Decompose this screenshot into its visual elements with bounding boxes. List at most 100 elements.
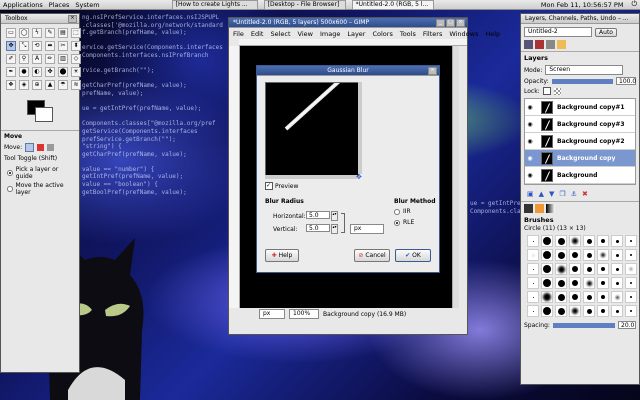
spacing-input[interactable]: 20.0 bbox=[618, 321, 636, 329]
brush-swatch[interactable] bbox=[527, 291, 539, 303]
brush-swatch[interactable] bbox=[625, 263, 637, 275]
brush-swatch[interactable] bbox=[583, 263, 595, 275]
layer-row[interactable]: ◉ Background copy bbox=[525, 150, 635, 167]
vertical-ruler[interactable] bbox=[229, 46, 240, 308]
brush-swatch[interactable] bbox=[597, 291, 609, 303]
image-menu-layer[interactable]: Layer bbox=[347, 30, 365, 38]
brush-swatch[interactable] bbox=[625, 277, 637, 289]
task-file-browser[interactable]: [Desktop - File Browser] bbox=[263, 0, 346, 10]
brush-swatch[interactable] bbox=[569, 291, 581, 303]
spacing-slider[interactable] bbox=[552, 322, 615, 328]
option-pick-layer[interactable]: Pick a layer or guide bbox=[7, 166, 73, 180]
new-layer-icon[interactable]: ▣ bbox=[527, 190, 534, 198]
brush-swatch[interactable] bbox=[541, 235, 553, 247]
brush-swatch[interactable] bbox=[611, 277, 623, 289]
brush-swatch[interactable] bbox=[541, 305, 553, 317]
delete-layer-icon[interactable]: ✖ bbox=[582, 190, 588, 198]
dodge-tool-icon[interactable]: ❖ bbox=[6, 80, 16, 90]
layer-row[interactable]: ◉ Background copy#3 bbox=[525, 116, 635, 133]
preview-navigate-icon[interactable]: ✥ bbox=[356, 173, 362, 181]
patterns-tab-icon[interactable] bbox=[535, 204, 544, 213]
power-icon[interactable]: ⏻ bbox=[631, 0, 637, 9]
image-menu-edit[interactable]: Edit bbox=[251, 30, 264, 38]
radius-unit-combo[interactable]: px bbox=[350, 224, 384, 234]
free-select-tool-icon[interactable]: ϟ bbox=[32, 28, 42, 38]
gradients-tab-icon[interactable] bbox=[546, 204, 555, 213]
heal-tool-icon[interactable]: ✤ bbox=[45, 67, 55, 77]
rect-select-tool-icon[interactable]: ▭ bbox=[6, 28, 16, 38]
bucket-fill-tool-icon[interactable]: ▲ bbox=[45, 80, 55, 90]
horizontal-ruler[interactable] bbox=[239, 39, 467, 46]
blur-preview[interactable] bbox=[265, 82, 359, 176]
radio-iir[interactable] bbox=[394, 208, 400, 215]
brush-swatch[interactable] bbox=[611, 263, 623, 275]
blur-tool-icon[interactable]: ⬤ bbox=[58, 67, 68, 77]
opacity-input[interactable]: 100.0 bbox=[616, 77, 636, 85]
move-selection-mode-icon[interactable] bbox=[37, 144, 45, 151]
brush-swatch[interactable] bbox=[569, 249, 581, 261]
text-tool-icon[interactable]: A bbox=[32, 54, 42, 64]
brush-swatch[interactable] bbox=[541, 249, 553, 261]
image-combo[interactable]: Untitled-2 bbox=[524, 27, 592, 37]
anchor-layer-icon[interactable]: ⚓ bbox=[571, 190, 577, 198]
scissors-select-tool-icon[interactable]: ⬚ bbox=[71, 28, 81, 38]
layers-tab-icon[interactable] bbox=[524, 40, 533, 49]
align-tool-icon[interactable]: ⤡ bbox=[19, 41, 29, 51]
image-menu-tools[interactable]: Tools bbox=[400, 30, 416, 38]
panel-clock[interactable]: Mon Feb 11, 10:56:57 PM bbox=[541, 1, 624, 9]
brush-swatch[interactable] bbox=[597, 235, 609, 247]
chain-link-icon[interactable] bbox=[341, 213, 345, 233]
toolbox-titlebar[interactable]: Toolbox × bbox=[1, 14, 79, 24]
layers-dock-titlebar[interactable]: Layers, Channels, Paths, Undo – ... bbox=[521, 14, 639, 24]
brush-swatch[interactable] bbox=[611, 305, 623, 317]
horizontal-spin-icon[interactable]: ▴▾ bbox=[331, 211, 338, 221]
brush-swatch[interactable] bbox=[569, 277, 581, 289]
brush-swatch[interactable] bbox=[597, 305, 609, 317]
vertical-input[interactable]: 5.0 bbox=[306, 224, 330, 232]
vertical-scrollbar[interactable] bbox=[452, 46, 459, 308]
brush-swatch[interactable] bbox=[583, 291, 595, 303]
blend-tool-icon[interactable]: ☂ bbox=[58, 80, 68, 90]
method-iir[interactable]: IIR bbox=[394, 208, 411, 215]
brush-swatch[interactable] bbox=[555, 277, 567, 289]
auto-button[interactable]: Auto bbox=[595, 27, 617, 37]
move-layer-mode-icon[interactable] bbox=[25, 143, 35, 152]
brush-swatch[interactable] bbox=[583, 249, 595, 261]
brush-swatch[interactable] bbox=[555, 263, 567, 275]
brush-swatch[interactable] bbox=[555, 249, 567, 261]
radio-move-active-layer[interactable] bbox=[7, 186, 13, 192]
image-menu-file[interactable]: File bbox=[233, 30, 244, 38]
help-button[interactable]: ✚ Help bbox=[265, 249, 299, 262]
perspective-tool-icon[interactable]: ✐ bbox=[6, 54, 16, 64]
vertical-spin-icon[interactable]: ▴▾ bbox=[331, 224, 338, 234]
eye-icon[interactable]: ◉ bbox=[525, 155, 535, 162]
zoom-combo[interactable]: 100% bbox=[289, 309, 319, 319]
dialog-titlebar[interactable]: Gaussian Blur × bbox=[257, 66, 439, 76]
lower-layer-icon[interactable]: ▼ bbox=[549, 190, 554, 198]
fuzzy-select-tool-icon[interactable]: ✎ bbox=[45, 28, 55, 38]
brush-swatch[interactable] bbox=[527, 235, 539, 247]
brush-swatch[interactable] bbox=[583, 305, 595, 317]
close-icon[interactable]: × bbox=[68, 15, 77, 23]
eraser-tool-icon[interactable]: ◇ bbox=[71, 54, 81, 64]
opacity-slider[interactable] bbox=[551, 78, 613, 84]
panel-menu-system[interactable]: System bbox=[75, 1, 99, 9]
image-menu-colors[interactable]: Colors bbox=[372, 30, 392, 38]
unit-combo[interactable]: px bbox=[259, 309, 285, 319]
brush-swatch[interactable] bbox=[625, 305, 637, 317]
task-firefox[interactable]: [How to create Lights ... bbox=[171, 0, 258, 10]
paintbrush-tool-icon[interactable]: ▥ bbox=[58, 54, 68, 64]
brush-swatch[interactable] bbox=[625, 249, 637, 261]
brush-swatch[interactable] bbox=[569, 305, 581, 317]
airbrush-tool-icon[interactable]: ✒ bbox=[6, 67, 16, 77]
brush-swatch[interactable] bbox=[569, 263, 581, 275]
brush-swatch[interactable] bbox=[597, 249, 609, 261]
clone-tool-icon[interactable]: ◐ bbox=[32, 67, 42, 77]
brush-swatch[interactable] bbox=[625, 291, 637, 303]
image-menu-select[interactable]: Select bbox=[270, 30, 290, 38]
shear-tool-icon[interactable]: ⬍ bbox=[71, 41, 81, 51]
undo-tab-icon[interactable] bbox=[557, 40, 566, 49]
ok-button[interactable]: ✔ OK bbox=[395, 249, 431, 262]
scale-tool-icon[interactable]: ✂ bbox=[58, 41, 68, 51]
task-gimp[interactable]: *Untitled-2.0 (RGB, 5 l... bbox=[351, 0, 434, 10]
